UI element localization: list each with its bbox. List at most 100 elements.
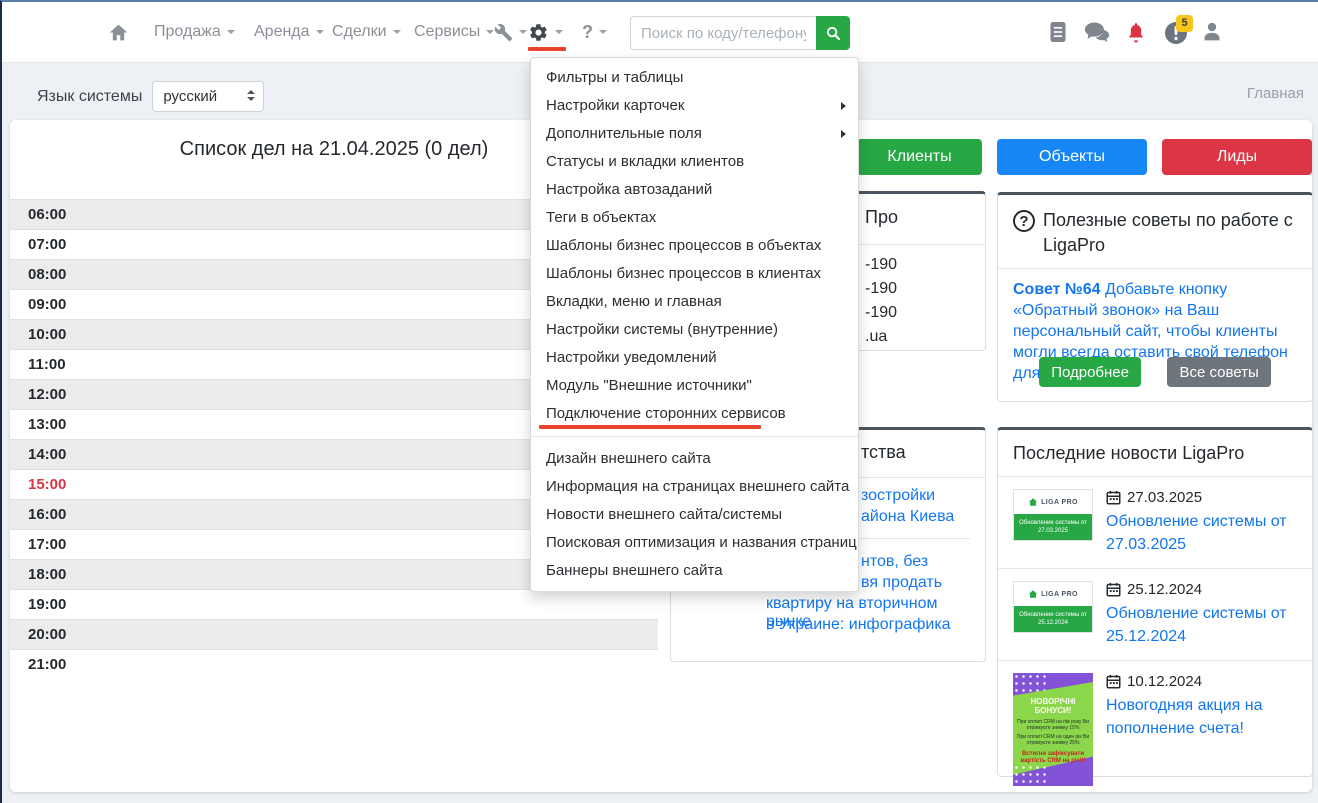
circled-question-icon: ? bbox=[1013, 210, 1035, 232]
menu-item-notifications[interactable]: Настройки уведомлений bbox=[531, 344, 858, 372]
tip-number: Совет №64 bbox=[1013, 281, 1101, 298]
menu-item-bp-objects[interactable]: Шаблоны бизнес процессов в объектах bbox=[531, 232, 858, 260]
news-thumbnail[interactable]: LIGA PRO Обновление системы от 27.03.202… bbox=[1013, 489, 1093, 556]
nav-item-services[interactable]: Сервисы bbox=[414, 2, 494, 62]
agency-news-link-fragment[interactable]: нтов, без bbox=[861, 553, 928, 571]
agency-news-link-fragment[interactable]: вя продать bbox=[861, 574, 942, 592]
news-card-title: Последние новости LigaPro bbox=[998, 430, 1312, 477]
menu-item-site-banners[interactable]: Баннеры внешнего сайта bbox=[531, 557, 858, 585]
menu-item-site-design[interactable]: Дизайн внешнего сайта bbox=[531, 445, 858, 473]
nav-item-sales[interactable]: Продажа bbox=[154, 2, 235, 62]
schedule-row[interactable]: 19:00 bbox=[10, 589, 658, 619]
menu-item-filters-tables[interactable]: Фильтры и таблицы bbox=[531, 64, 858, 92]
menu-item-external-sources[interactable]: Модуль "Внешние источники" bbox=[531, 372, 858, 400]
thumbnail-caption: Обновление системы от 27.03.2025 bbox=[1014, 514, 1092, 540]
select-arrows-icon bbox=[247, 90, 255, 101]
site-link-fragment[interactable]: .ua bbox=[865, 328, 887, 346]
promo-image: НОВОРІЧНІ БОНУСИ! При оплаті CRM на пів … bbox=[1013, 673, 1093, 786]
language-label: Язык системы bbox=[37, 88, 142, 106]
news-date-text: 25.12.2024 bbox=[1127, 581, 1202, 598]
nav-item-services-label: Сервисы bbox=[414, 23, 480, 41]
menu-item-system-settings[interactable]: Настройки системы (внутренние) bbox=[531, 316, 858, 344]
chevron-down-icon bbox=[316, 30, 324, 34]
calendar-icon bbox=[1106, 674, 1121, 689]
menu-item-object-tags[interactable]: Теги в объектах bbox=[531, 204, 858, 232]
menu-item-site-pages-info[interactable]: Информация на страницах внешнего сайта bbox=[531, 473, 858, 501]
chevron-down-icon bbox=[227, 30, 235, 34]
top-navbar: Продажа Аренда Сделки Сервисы ? bbox=[2, 2, 1318, 63]
tips-card: ? Полезные советы по работе с LigaPro Со… bbox=[997, 192, 1313, 402]
nav-item-rent[interactable]: Аренда bbox=[254, 2, 324, 62]
language-select[interactable]: русский bbox=[152, 81, 264, 112]
menu-item-tabs-menu-main[interactable]: Вкладки, меню и главная bbox=[531, 288, 858, 316]
news-link[interactable]: Новогодняя акция на пополнение счета! bbox=[1106, 697, 1263, 737]
menu-item-seo[interactable]: Поисковая оптимизация и названия страниц bbox=[531, 529, 858, 557]
news-link[interactable]: Обновление системы от 25.12.2024 bbox=[1106, 605, 1287, 645]
schedule-row[interactable]: 20:00 bbox=[10, 619, 658, 649]
highlight-underline bbox=[539, 425, 761, 429]
alerts-icon[interactable]: 5 bbox=[1164, 21, 1188, 50]
menu-item-label: Подключение сторонних сервисов bbox=[546, 405, 786, 422]
tips-buttons-row: Подробнее Все советы bbox=[998, 357, 1312, 387]
search-icon bbox=[825, 25, 842, 42]
ligapro-news-card: Последние новости LigaPro LIGA PRO Обнов… bbox=[997, 427, 1313, 777]
chevron-right-icon bbox=[841, 130, 846, 138]
ligapro-logo-text: LIGA PRO bbox=[1041, 591, 1078, 598]
search-group bbox=[630, 16, 850, 50]
promo-footer-text: Встигни зафіксувати вартість CRM на рік!… bbox=[1016, 751, 1090, 765]
menu-item-third-party-services[interactable]: Подключение сторонних сервисов bbox=[531, 400, 858, 428]
news-date-text: 27.03.2025 bbox=[1127, 489, 1202, 506]
schedule-row[interactable]: 21:00 bbox=[10, 649, 658, 679]
menu-item-extra-fields[interactable]: Дополнительные поля bbox=[531, 120, 858, 148]
nav-item-deals[interactable]: Сделки bbox=[332, 2, 401, 62]
menu-item-bp-clients[interactable]: Шаблоны бизнес процессов в клиентах bbox=[531, 260, 858, 288]
news-date-text: 10.12.2024 bbox=[1127, 673, 1202, 690]
active-menu-underline bbox=[528, 47, 566, 51]
nav-item-deals-label: Сделки bbox=[332, 23, 387, 41]
ligapro-logo-icon bbox=[1028, 589, 1038, 599]
news-item: LIGA PRO Обновление системы от 27.03.202… bbox=[998, 477, 1312, 569]
user-icon[interactable] bbox=[1202, 21, 1222, 48]
breadcrumb[interactable]: Главная bbox=[1247, 85, 1304, 102]
tip-details-button[interactable]: Подробнее bbox=[1039, 357, 1141, 387]
ligapro-logo-icon bbox=[1028, 497, 1038, 507]
chevron-right-icon bbox=[841, 102, 846, 110]
objects-button[interactable]: Объекты bbox=[997, 139, 1147, 175]
alerts-count-badge: 5 bbox=[1176, 15, 1193, 32]
menu-item-label: Настройки карточек bbox=[546, 97, 684, 114]
calendar-icon bbox=[1106, 490, 1121, 505]
agency-news-link-fragment[interactable]: в Украине: инфографика bbox=[766, 616, 951, 634]
all-tips-button[interactable]: Все советы bbox=[1167, 357, 1270, 387]
agency-news-link-fragment[interactable]: айона Киева bbox=[861, 508, 954, 526]
news-date: 10.12.2024 bbox=[1106, 673, 1297, 690]
phone-fragment: -190 bbox=[865, 280, 897, 298]
contact-card-title-fragment: Про bbox=[865, 207, 898, 228]
leads-button[interactable]: Лиды bbox=[1162, 139, 1312, 175]
menu-item-autotasks[interactable]: Настройка автозаданий bbox=[531, 176, 858, 204]
help-menu[interactable]: ? bbox=[582, 2, 607, 62]
bell-icon[interactable] bbox=[1126, 21, 1146, 49]
tips-card-title: Полезные советы по работе с LigaPro bbox=[1043, 208, 1297, 258]
settings-menu-toggle[interactable] bbox=[528, 2, 563, 62]
gear-icon bbox=[528, 22, 549, 43]
chevron-down-icon bbox=[599, 30, 607, 34]
news-thumbnail[interactable]: НОВОРІЧНІ БОНУСИ! При оплаті CRM на пів … bbox=[1013, 673, 1093, 786]
tools-menu[interactable] bbox=[494, 2, 527, 62]
home-icon[interactable] bbox=[108, 2, 129, 62]
news-thumbnail[interactable]: LIGA PRO Обновление системы от 25.12.202… bbox=[1013, 581, 1093, 648]
nav-item-sales-label: Продажа bbox=[154, 23, 221, 41]
search-button[interactable] bbox=[816, 16, 850, 50]
clients-button[interactable]: Клиенты bbox=[857, 139, 982, 175]
chat-icon[interactable] bbox=[1084, 21, 1110, 48]
calendar-icon bbox=[1106, 582, 1121, 597]
notebook-icon[interactable] bbox=[1048, 21, 1068, 48]
menu-item-label: Дополнительные поля bbox=[546, 125, 702, 142]
menu-item-site-news[interactable]: Новости внешнего сайта/системы bbox=[531, 501, 858, 529]
agency-news-link-fragment[interactable]: зостройки bbox=[861, 487, 935, 505]
search-input[interactable] bbox=[630, 16, 816, 50]
tips-card-header: ? Полезные советы по работе с LigaPro bbox=[998, 195, 1312, 269]
news-link[interactable]: Обновление системы от 27.03.2025 bbox=[1106, 513, 1287, 553]
question-mark-icon: ? bbox=[582, 22, 593, 43]
menu-item-card-settings[interactable]: Настройки карточек bbox=[531, 92, 858, 120]
menu-item-client-statuses[interactable]: Статусы и вкладки клиентов bbox=[531, 148, 858, 176]
